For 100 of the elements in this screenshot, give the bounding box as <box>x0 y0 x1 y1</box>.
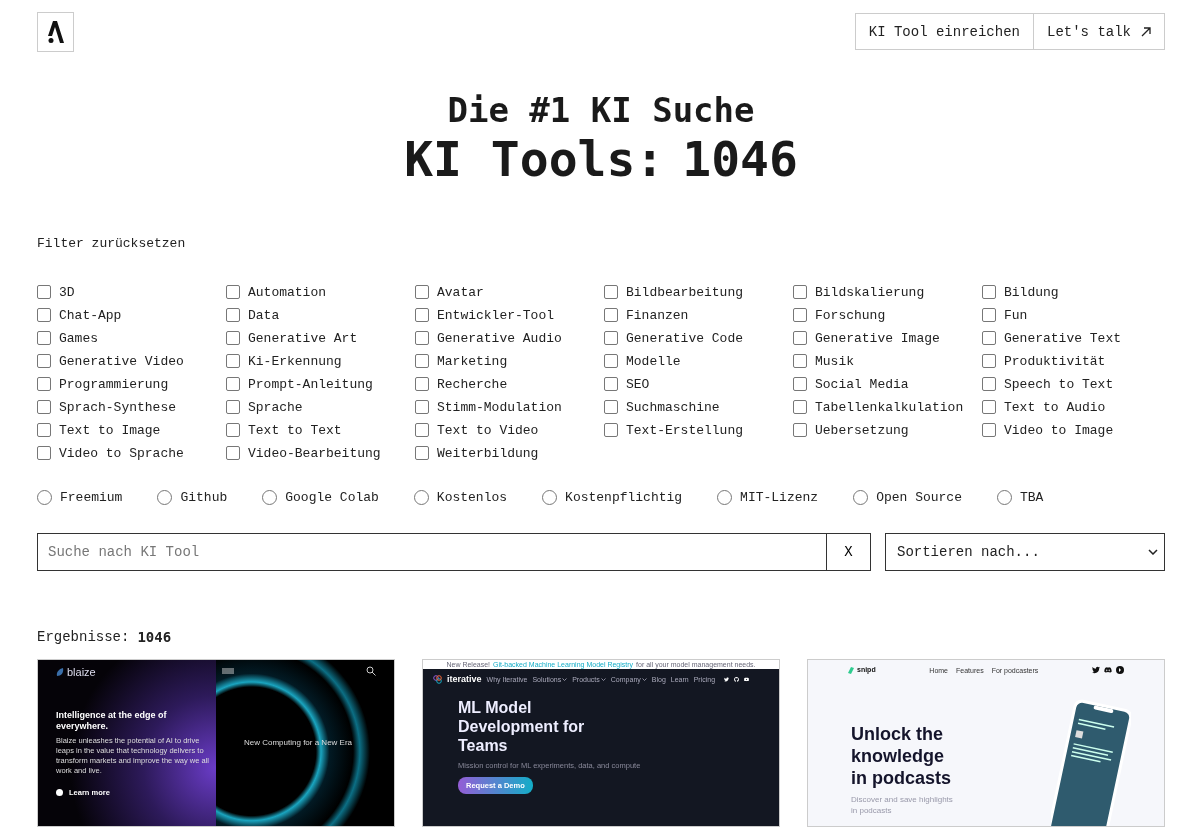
checkbox[interactable] <box>604 400 618 414</box>
checkbox[interactable] <box>37 285 51 299</box>
checkbox-label: Bildung <box>1004 284 1059 300</box>
radio-button[interactable] <box>262 490 278 505</box>
checkbox[interactable] <box>37 308 51 322</box>
checkbox-label: Musik <box>815 353 854 369</box>
checkbox[interactable] <box>37 331 51 345</box>
site-logo[interactable] <box>37 12 74 52</box>
checkbox[interactable] <box>793 285 807 299</box>
checkbox[interactable] <box>226 331 240 345</box>
checkbox[interactable] <box>604 354 618 368</box>
checkbox[interactable] <box>226 446 240 460</box>
checkbox-label: Social Media <box>815 376 909 392</box>
checkbox-label: Data <box>248 307 280 323</box>
checkbox[interactable] <box>982 285 996 299</box>
checkbox[interactable] <box>982 354 996 368</box>
chevron-down-icon <box>641 677 647 681</box>
contact-button[interactable]: Let's talk <box>1034 13 1165 50</box>
search-field[interactable]: Suche nach KI Tool X <box>37 533 871 571</box>
checkbox-label: Entwickler-Tool <box>437 307 555 323</box>
submit-tool-button[interactable]: KI Tool einreichen <box>854 13 1034 50</box>
checkbox-label: Text to Audio <box>1004 399 1106 415</box>
checkbox-label: Sprache <box>248 399 303 415</box>
checkbox[interactable] <box>982 331 996 345</box>
checkbox[interactable] <box>604 377 618 391</box>
checkbox[interactable] <box>793 377 807 391</box>
checkbox[interactable] <box>415 285 429 299</box>
website-screenshot[interactable] <box>37 659 395 827</box>
checkbox[interactable] <box>793 354 807 368</box>
radio-label: Kostenpflichtig <box>565 490 683 505</box>
checkbox[interactable] <box>226 423 240 437</box>
radio-button[interactable] <box>37 490 52 505</box>
checkbox-label: Generative Image <box>815 330 940 346</box>
radio-button[interactable] <box>853 490 869 505</box>
tagline-text: New Computing for a New Era <box>244 738 354 749</box>
hero-heading: Unlock the knowledge in podcasts <box>851 724 953 790</box>
gamepad-icon[interactable] <box>1104 666 1112 675</box>
radio-button[interactable] <box>413 490 429 505</box>
checkbox[interactable] <box>37 400 51 414</box>
checkbox[interactable] <box>793 400 807 414</box>
checkbox[interactable] <box>604 423 618 437</box>
checkbox[interactable] <box>415 354 429 368</box>
radio-label: Freemium <box>60 490 123 505</box>
checkbox[interactable] <box>37 423 51 437</box>
play-icon[interactable] <box>744 676 750 682</box>
checkbox-label: Text-Erstellung <box>626 422 744 438</box>
circle-logo-icon[interactable] <box>1116 666 1124 675</box>
checkbox-label: Stimm-Modulation <box>437 399 562 415</box>
hero-heading: Intelligence at the edge of everywhere. <box>56 710 168 732</box>
results-label: Ergebnisse: <box>37 629 130 645</box>
radio-button[interactable] <box>996 490 1012 505</box>
checkbox[interactable] <box>982 400 996 414</box>
hero-text: Discover and save highlights in podcasts <box>851 795 954 817</box>
leaf-logo-icon <box>56 667 64 677</box>
cat-icon[interactable] <box>734 676 740 682</box>
website-screenshot[interactable] <box>422 659 780 827</box>
checkbox[interactable] <box>982 423 996 437</box>
checkbox-label: Generative Art <box>248 330 358 346</box>
checkbox-label: Bildbearbeitung <box>626 284 744 300</box>
checkbox[interactable] <box>226 354 240 368</box>
checkbox-label: Forschung <box>815 307 886 323</box>
arrow-icon <box>1141 26 1151 37</box>
radio-label: Open Source <box>876 490 962 505</box>
checkbox[interactable] <box>604 331 618 345</box>
checkbox[interactable] <box>415 377 429 391</box>
checkbox[interactable] <box>793 331 807 345</box>
checkbox[interactable] <box>37 377 51 391</box>
checkbox[interactable] <box>226 285 240 299</box>
radio-label: MIT-Lizenz <box>740 490 819 505</box>
reset-filter-link[interactable]: Filter zurücksetzen <box>37 236 186 251</box>
checkbox[interactable] <box>793 423 807 437</box>
checkbox[interactable] <box>415 308 429 322</box>
checkbox[interactable] <box>415 446 429 460</box>
radio-label: TBA <box>1019 490 1044 505</box>
checkbox-label: Generative Code <box>626 330 744 346</box>
sort-dropdown[interactable]: Sortieren nach... <box>885 533 1165 571</box>
checkbox[interactable] <box>415 423 429 437</box>
tool-count: 1046 <box>682 130 798 188</box>
checkbox-label: Marketing <box>437 353 508 369</box>
checkbox[interactable] <box>226 377 240 391</box>
checkbox[interactable] <box>226 308 240 322</box>
checkbox[interactable] <box>604 285 618 299</box>
checkbox-label: Recherche <box>437 376 508 392</box>
checkbox[interactable] <box>415 331 429 345</box>
checkbox[interactable] <box>37 446 51 460</box>
checkbox[interactable] <box>226 400 240 414</box>
checkbox[interactable] <box>793 308 807 322</box>
search-icon[interactable] <box>366 666 376 676</box>
bird-icon[interactable] <box>1092 666 1100 675</box>
radio-button[interactable] <box>542 490 558 505</box>
radio-button[interactable] <box>157 490 173 505</box>
checkbox[interactable] <box>415 400 429 414</box>
checkbox[interactable] <box>37 354 51 368</box>
site-logo: iterative <box>447 674 482 685</box>
radio-button[interactable] <box>717 490 733 505</box>
checkbox[interactable] <box>982 377 996 391</box>
checkbox[interactable] <box>604 308 618 322</box>
bird-icon[interactable] <box>724 676 730 682</box>
checkbox[interactable] <box>982 308 996 322</box>
checkbox-label: Uebersetzung <box>815 422 909 438</box>
